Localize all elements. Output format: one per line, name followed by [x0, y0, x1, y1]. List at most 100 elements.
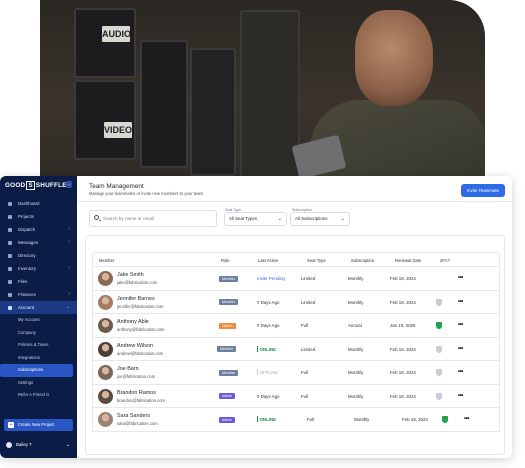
sidebar-subitem-company[interactable]: Company — [0, 327, 77, 340]
collapse-sidebar-button[interactable]: ‹ — [66, 181, 72, 188]
last-active: OFFLINE — [257, 361, 278, 385]
sidebar-subitem-subscriptions[interactable]: Subscriptions — [0, 364, 73, 377]
table-row[interactable]: Jake Smith jake@fabrication.com Member Invi… — [92, 267, 500, 291]
sidebar-item-files[interactable]: Files — [0, 275, 77, 288]
sidebar-item-dashboard[interactable]: Dashboard — [0, 197, 77, 210]
create-new-project-button[interactable]: + Create New Project — [4, 419, 73, 431]
more-actions-icon[interactable]: ••• — [458, 338, 463, 360]
table-row[interactable]: Sara Sanders sara@fabrication.com Admin ONL… — [92, 408, 500, 432]
column-header-subscription: Subscription — [351, 258, 375, 263]
last-active: ONLINE — [257, 338, 276, 362]
more-actions-icon[interactable]: ••• — [464, 408, 469, 430]
table-row[interactable]: Andrew Wilson andrew@fabrication.com Membe… — [92, 337, 500, 362]
seat-type: Full — [301, 393, 309, 399]
more-actions-icon[interactable]: ••• — [458, 267, 463, 289]
sidebar-item-inventory[interactable]: Inventory › — [0, 262, 77, 275]
chevron-right-icon: › — [68, 291, 70, 297]
sidebar-subitem-policies-taxes[interactable]: Policies & Taxes — [0, 339, 77, 352]
avatar — [98, 388, 113, 404]
dashboard-icon — [8, 201, 12, 206]
sidebar-item-directory[interactable]: Directory — [0, 249, 77, 262]
road-case — [74, 80, 136, 160]
sidebar: GOOD S SHUFFLE ‹ Dashboard Projects Dispat… — [0, 176, 77, 458]
renewal-date: Feb 19, 2024 — [402, 417, 428, 422]
renewal-date: Feb 19, 2024 — [390, 276, 416, 281]
member-email: brandon@fabrication.com — [117, 397, 166, 403]
user-menu[interactable]: Bailey T ⌄ — [4, 439, 73, 451]
last-active-text: # Days Ago — [257, 299, 280, 305]
more-actions-icon[interactable]: ••• — [458, 385, 463, 407]
audio-label: AUDIO — [102, 26, 131, 42]
seat-type: Full — [301, 370, 309, 375]
sidebar-item-messages[interactable]: Messages › — [0, 236, 77, 249]
avatar — [98, 294, 113, 310]
more-actions-icon[interactable]: ••• — [458, 361, 463, 383]
chevron-right-icon: › — [68, 226, 70, 232]
shield-check-icon — [442, 416, 448, 423]
seat-type: Limited — [301, 276, 316, 281]
column-header-role: Role — [221, 258, 230, 263]
column-header-renewal-date: Renewal Date — [395, 258, 422, 263]
table-row[interactable]: Jennifer Barnes jennifer@fabrication.com M… — [92, 290, 500, 315]
road-case — [190, 48, 236, 176]
search-icon — [94, 215, 99, 220]
subscription-select[interactable]: All Subscriptions ⌄ — [290, 212, 350, 226]
renewal-date: Feb 19, 2024 — [390, 393, 416, 399]
last-active: # Days Ago — [257, 314, 279, 338]
role-badge: Member — [219, 275, 239, 282]
last-active-text: # Days Ago — [257, 323, 280, 328]
shield-icon — [436, 392, 442, 400]
sidebar-item-label: Dashboard — [18, 201, 40, 206]
logo-text-right: SHUFFLE — [35, 182, 67, 189]
table-header: Member Role Last Active Seat Type Subscr… — [92, 252, 500, 267]
brand-logo[interactable]: GOOD S SHUFFLE — [5, 181, 67, 190]
more-actions-icon[interactable]: ••• — [458, 291, 463, 313]
search-placeholder: Search by name or email — [103, 216, 155, 221]
sidebar-item-projects[interactable]: Projects — [0, 210, 77, 223]
last-active: # Days Ago — [257, 291, 279, 315]
member-name: Anthony Able — [117, 319, 149, 325]
seat-type-select[interactable]: All Seat Types ⌄ — [224, 212, 287, 226]
logo-text-left: GOOD — [5, 182, 26, 189]
search-input[interactable]: Search by name or email — [89, 210, 217, 227]
renewal-date: Jan 19, 2025 — [390, 323, 416, 328]
renewal-date: Feb 19, 2024 — [390, 346, 416, 352]
member-name: Jennifer Barnes — [117, 295, 155, 302]
sidebar-item-finances[interactable]: Finances › — [0, 288, 77, 301]
sidebar-subitem-settings[interactable]: Settings — [0, 377, 77, 390]
sidebar-item-label: Dispatch — [18, 227, 36, 232]
more-actions-icon[interactable]: ••• — [458, 314, 463, 336]
subscription: Monthly — [348, 276, 364, 281]
sidebar-item-account[interactable]: Account ⌄ — [0, 301, 77, 314]
video-label: VIDEO — [104, 122, 132, 138]
shield-icon — [436, 345, 442, 353]
member-name: Brandon Ramos — [117, 389, 156, 396]
sidebar-subitem-my-account[interactable]: My Account — [0, 314, 77, 327]
table-row[interactable]: Brandon Ramos brandon@fabrication.com Admi… — [92, 384, 500, 409]
team-table: Member Role Last Active Seat Type Subscr… — [85, 235, 505, 455]
files-icon — [8, 279, 12, 284]
last-active: # Days Ago — [257, 385, 279, 409]
role-badge: Admin — [219, 416, 236, 423]
sidebar-item-dispatch[interactable]: Dispatch › — [0, 223, 77, 236]
table-row[interactable]: Joe Barn joe@fabrication.com Member OFFLINE… — [92, 361, 500, 385]
sidebar-subitem-refer-a-friend[interactable]: Refer A Friend ⊡ — [0, 389, 77, 402]
avatar — [98, 412, 113, 427]
invite-teammate-button[interactable]: Invite Teammate — [461, 184, 505, 197]
subscription: Annual — [348, 323, 362, 328]
last-active-text: # Days Ago — [257, 393, 280, 399]
subscription: Monthly — [354, 417, 370, 422]
table-row[interactable]: Anthony Able anthony@fabrication.com Owner… — [92, 314, 500, 338]
dispatch-icon — [8, 227, 12, 232]
member-email: jake@fabrication.com — [117, 280, 158, 285]
column-header-2fa: 2FA? — [440, 258, 450, 263]
subscription-value: All Subscriptions — [295, 216, 328, 221]
user-name: Bailey T — [16, 442, 32, 447]
sidebar-item-label: Account — [18, 305, 34, 310]
sidebar-subitem-integrations[interactable]: Integrations — [0, 352, 77, 365]
renewal-date: Feb 19, 2024 — [390, 370, 416, 375]
last-active-text: OFFLINE — [259, 370, 279, 375]
projects-icon — [8, 214, 12, 219]
shield-check-icon — [436, 322, 442, 329]
member-email: joe@fabrication.com — [117, 374, 156, 379]
